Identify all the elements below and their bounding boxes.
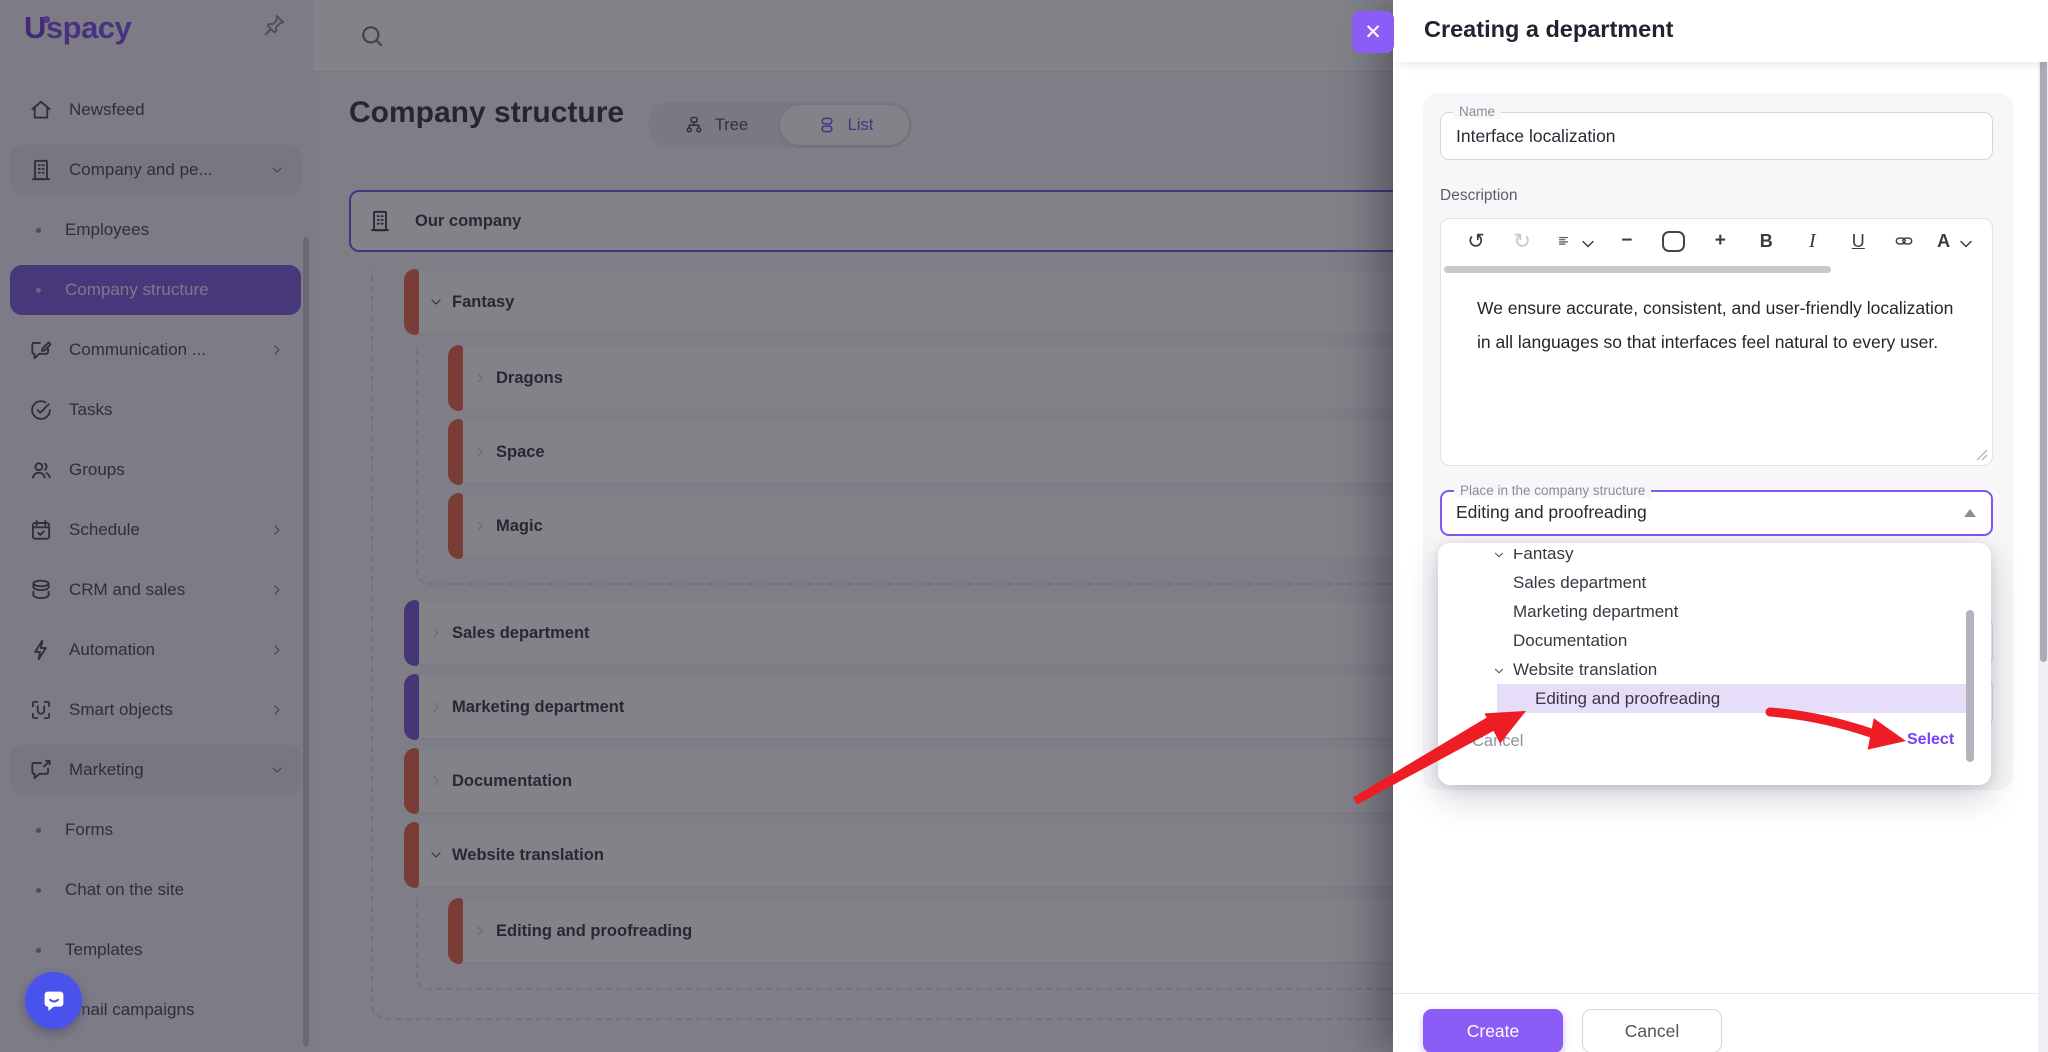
italic-icon[interactable]: I	[1801, 226, 1823, 256]
dropdown-item-marketing-department[interactable]: Marketing department	[1438, 597, 1991, 626]
editor-toolbar: ↺ ↻ − + BIU A	[1441, 219, 1992, 263]
description-editor[interactable]: ↺ ↻ − + BIU A We ensure accurate, consistent,…	[1440, 218, 1993, 466]
dropdown-item-label: Website translation	[1513, 660, 1657, 680]
dropdown-item-label: Fantasy	[1513, 549, 1573, 564]
dropdown-item-label: Sales department	[1513, 573, 1646, 593]
place-field-label: Place in the company structure	[1454, 483, 1651, 498]
name-field-value: Interface localization	[1441, 113, 1992, 159]
editor-horizontal-scrollbar[interactable]	[1444, 266, 1831, 273]
create-button[interactable]: Create	[1423, 1009, 1563, 1052]
underline-icon[interactable]: U	[1847, 226, 1869, 256]
link-icon[interactable]	[1893, 226, 1915, 256]
collapse-caret-icon	[1964, 509, 1976, 517]
font-color-icon[interactable]: A	[1939, 226, 1968, 256]
dropdown-item-website-translation[interactable]: Website translation	[1438, 655, 1991, 684]
place-in-structure-select[interactable]: Place in the company structure Editing a…	[1440, 490, 1993, 536]
panel-header: Creating a department	[1393, 0, 2048, 62]
app-screen: Uspacy NewsfeedCompany and pe...Employee…	[0, 0, 2048, 1052]
dropdown-item-label: Marketing department	[1513, 602, 1678, 622]
cancel-button[interactable]: Cancel	[1582, 1009, 1722, 1052]
bold-icon[interactable]: B	[1755, 226, 1777, 256]
name-field[interactable]: Name Interface localization	[1440, 112, 1993, 160]
description-label: Description	[1440, 187, 1518, 205]
dropdown-item-fantasy[interactable]: Fantasy	[1438, 549, 1991, 568]
align-icon[interactable]	[1557, 226, 1592, 256]
dropdown-item-label: Editing and proofreading	[1535, 689, 1720, 709]
dropdown-item-label: Documentation	[1513, 631, 1627, 651]
dropdown-item-editing-and-proofreading[interactable]: Editing and proofreading	[1497, 684, 1966, 713]
dropdown-cancel-button[interactable]: Cancel	[1472, 732, 1523, 751]
dropdown-item-documentation[interactable]: Documentation	[1438, 626, 1991, 655]
resize-handle-icon[interactable]	[1975, 448, 1988, 461]
structure-dropdown-popup: Fantasy Sales department Marketing departm…	[1438, 543, 1991, 785]
dropdown-item-sales-department[interactable]: Sales department	[1438, 568, 1991, 597]
panel-title: Creating a department	[1424, 16, 1673, 43]
modal-dim-overlay[interactable]	[0, 0, 1393, 1052]
dropdown-scrollbar[interactable]	[1966, 610, 1974, 762]
dropdown-list: Fantasy Sales department Marketing departm…	[1438, 549, 1991, 731]
close-panel-button[interactable]: ✕	[1352, 11, 1394, 53]
create-department-panel: Creating a department Name Interface loc…	[1393, 0, 2048, 1052]
close-icon: ✕	[1364, 20, 1382, 45]
redo-icon[interactable]: ↻	[1511, 226, 1533, 256]
chat-launcher-button[interactable]	[25, 972, 82, 1029]
minus-icon[interactable]: −	[1616, 226, 1638, 256]
place-field-value: Editing and proofreading	[1442, 492, 1991, 533]
panel-scrollbar-thumb[interactable]	[2040, 2, 2047, 662]
plus-icon[interactable]: +	[1709, 226, 1731, 256]
description-text[interactable]: We ensure accurate, consistent, and user…	[1477, 291, 1962, 359]
chevron-down-icon	[1492, 549, 1506, 561]
name-field-label: Name	[1453, 104, 1501, 119]
size-box-icon[interactable]	[1662, 226, 1685, 256]
dropdown-select-button[interactable]: Select	[1907, 731, 1954, 749]
panel-footer: Create Cancel	[1393, 993, 2038, 1052]
undo-icon[interactable]: ↺	[1465, 226, 1487, 256]
chevron-down-icon	[1492, 663, 1506, 677]
